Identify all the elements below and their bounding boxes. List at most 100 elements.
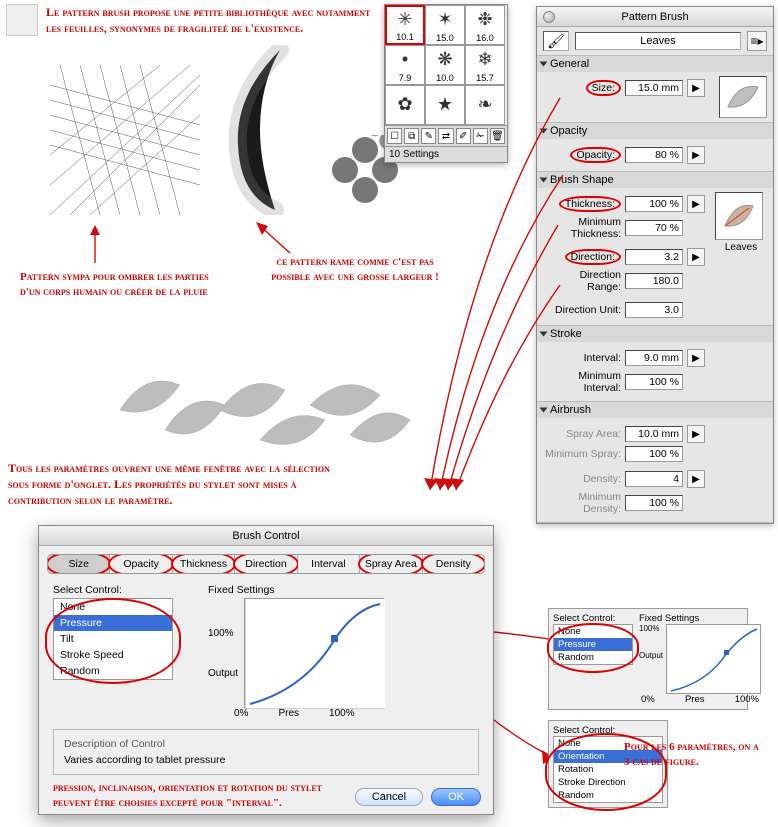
density-input[interactable]: 4: [625, 471, 683, 487]
section-header[interactable]: Opacity: [537, 123, 773, 139]
option-none[interactable]: None: [554, 625, 632, 638]
select-control-label: Select Control:: [53, 584, 188, 596]
pattern-picker-row: ✳10.1 ✶15.0 ❉16.0: [385, 5, 507, 45]
spray-area-input[interactable]: 10.0 mm: [625, 426, 683, 442]
cancel-button[interactable]: Cancel: [355, 788, 423, 806]
opacity-popup-arrow-icon[interactable]: ▶: [687, 146, 705, 164]
min-interval-input[interactable]: 100 %: [625, 374, 683, 390]
option-none[interactable]: None: [54, 599, 172, 615]
dialog-tabs: Size Opacity Thickness Direction Interva…: [47, 554, 485, 574]
picker-tool-pencil-icon[interactable]: ✐: [456, 128, 471, 144]
section-header[interactable]: Airbrush: [537, 402, 773, 418]
min-density-input[interactable]: 100 %: [625, 495, 683, 511]
axis-mid: Pres: [685, 694, 705, 705]
picker-tool-swap-icon[interactable]: ⇄: [438, 128, 453, 144]
picker-tool-new-icon[interactable]: ☐: [387, 128, 402, 144]
pattern-cell[interactable]: ❧: [465, 85, 505, 125]
picker-tool-dropper-icon[interactable]: ✎: [421, 128, 436, 144]
section-title: Brush Shape: [550, 174, 614, 186]
option-stroke-direction[interactable]: Stroke Direction: [554, 776, 662, 789]
option-pressure[interactable]: Pressure: [554, 638, 632, 651]
direction-range-input[interactable]: 180.0: [625, 273, 683, 289]
tab-direction[interactable]: Direction: [235, 555, 297, 573]
pattern-cell-value: 15.7: [476, 73, 494, 83]
min-thickness-input[interactable]: 70 %: [625, 220, 683, 236]
tab-interval[interactable]: Interval: [298, 555, 360, 573]
option-random[interactable]: Random: [54, 663, 172, 679]
option-tilt[interactable]: Tilt: [54, 631, 172, 647]
fixed-settings-curve[interactable]: [244, 598, 384, 708]
tab-spray-area[interactable]: Spray Area: [360, 555, 422, 573]
description-box: Description of Control Varies according …: [53, 729, 479, 775]
ok-button[interactable]: OK: [431, 788, 481, 806]
interval-popup-arrow-icon[interactable]: ▶: [687, 349, 705, 367]
pattern-glyph-icon: ✶: [437, 6, 452, 33]
picker-tool-paint-icon[interactable]: ✁: [473, 128, 488, 144]
tab-size[interactable]: Size: [48, 555, 110, 573]
brush-preset-icon: [6, 4, 38, 36]
tab-density[interactable]: Density: [423, 555, 484, 573]
brush-menu-icon[interactable]: ≡▸: [747, 31, 767, 51]
tab-opacity[interactable]: Opacity: [110, 555, 172, 573]
opacity-input[interactable]: 80 %: [625, 147, 683, 163]
pattern-cell[interactable]: ❉16.0: [465, 5, 505, 45]
pattern-cell[interactable]: ✿: [385, 85, 425, 125]
prop-label-direction: Direction:: [565, 249, 621, 265]
picker-tool-trash-icon[interactable]: 🗑: [490, 128, 505, 144]
annotation-top: Le pattern brush propose une petite bibl…: [46, 4, 376, 36]
direction-unit-input[interactable]: 3.0: [625, 302, 683, 318]
option-pressure[interactable]: Pressure: [54, 615, 172, 631]
pattern-glyph-icon: ✿: [397, 86, 412, 123]
direction-input[interactable]: 3.2: [625, 249, 683, 265]
prop-label-spray-area: Spray Area:: [543, 428, 625, 440]
prop-label-min-density: Minimum Density:: [543, 491, 625, 515]
pattern-cell[interactable]: ★: [425, 85, 465, 125]
section-header[interactable]: Stroke: [537, 326, 773, 342]
annotation-caption-left: Pattern sympa pour ombrer les parties d'…: [20, 270, 210, 300]
annotation-right: Pour les 6 paramètres, on a 3 cas de fig…: [624, 740, 764, 770]
direction-popup-arrow-icon[interactable]: ▶: [687, 248, 705, 266]
panel-titlebar[interactable]: Pattern Brush: [537, 7, 773, 27]
pattern-cell[interactable]: •7.9: [385, 45, 425, 85]
size-popup-arrow-icon[interactable]: ▶: [687, 79, 705, 97]
thickness-input[interactable]: 100 %: [625, 196, 683, 212]
section-header[interactable]: Brush Shape: [537, 172, 773, 188]
prop-label-direction-unit: Direction Unit:: [543, 304, 625, 316]
pattern-glyph-icon: •: [402, 46, 408, 73]
min-spray-input[interactable]: 100 %: [625, 446, 683, 462]
fixed-settings-curve[interactable]: [666, 624, 761, 694]
option-random[interactable]: Random: [554, 789, 662, 802]
select-control-list[interactable]: None Pressure Random: [553, 624, 633, 665]
select-control-list[interactable]: None Pressure Tilt Stroke Speed Random: [53, 598, 173, 680]
pattern-cell-value: 15.0: [436, 33, 454, 43]
pattern-cell[interactable]: ✳10.1: [385, 5, 425, 45]
prop-label-interval: Interval:: [543, 352, 625, 364]
tab-thickness[interactable]: Thickness: [173, 555, 235, 573]
brush-tip-icon[interactable]: 🖌: [543, 31, 569, 51]
thickness-popup-arrow-icon[interactable]: ▶: [687, 195, 705, 213]
picker-tool-copy-icon[interactable]: ⧉: [404, 128, 419, 144]
section-header[interactable]: General: [537, 56, 773, 72]
panel-close-icon[interactable]: [543, 11, 555, 23]
output-label: Output: [208, 668, 238, 679]
option-stroke-speed[interactable]: Stroke Speed: [54, 647, 172, 663]
dialog-title[interactable]: Brush Control: [39, 526, 493, 546]
pattern-brush-panel: Pattern Brush 🖌 Leaves ≡▸ General Size: …: [536, 6, 774, 524]
pattern-cell[interactable]: ❋10.0: [425, 45, 465, 85]
size-input[interactable]: 15.0 mm: [625, 80, 683, 96]
brush-name-field[interactable]: Leaves: [575, 32, 741, 50]
brush-shape-preview[interactable]: [715, 192, 763, 240]
pattern-cell[interactable]: ❄15.7: [465, 45, 505, 85]
option-random[interactable]: Random: [554, 651, 632, 664]
prop-label-opacity: Opacity:: [570, 147, 621, 163]
annotation-mid: Tous les paramètres ouvrent une même fen…: [8, 460, 338, 509]
panel-title: Pattern Brush: [621, 11, 688, 23]
interval-input[interactable]: 9.0 mm: [625, 350, 683, 366]
density-popup-arrow-icon[interactable]: ▶: [687, 470, 705, 488]
pattern-cell[interactable]: ✶15.0: [425, 5, 465, 45]
section-opacity: Opacity Opacity: 80 % ▶: [537, 123, 773, 172]
demo-leaves-brushstroke: [110, 350, 420, 460]
spray-area-popup-arrow-icon[interactable]: ▶: [687, 425, 705, 443]
prop-label-min-spray: Minimum Spray:: [543, 448, 625, 460]
section-title: Stroke: [550, 328, 582, 340]
